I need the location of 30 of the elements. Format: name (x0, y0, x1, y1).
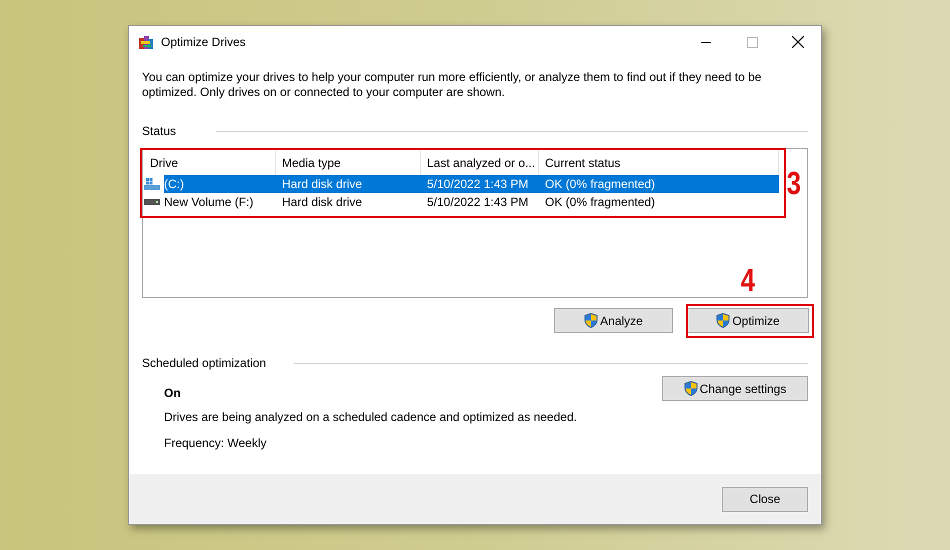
table-cell-text: Hard disk drive (281, 194, 364, 211)
optimize-button[interactable]: Optimize (687, 308, 809, 333)
analyze-button[interactable]: Analyze (554, 308, 673, 333)
table-cell-text: OK (0% fragmented) (544, 194, 656, 211)
frequency-text: Frequency: Weekly (164, 435, 268, 452)
drive-row[interactable]: (C:) Hard disk drive 5/10/2022 1:43 PM OK (0% fragmented) (164, 175, 779, 193)
schedule-description: Drives are being analyzed on a scheduled cadence and optimized as needed. (164, 409, 578, 426)
change-settings-button[interactable]: Change settings (662, 376, 808, 401)
step-number: 4 (740, 264, 756, 296)
description-text: You can optimize your drives to help your computer run more efficiently, or analyze them to find out if they need to be optimized. Only drives on or connected to your computer are shown. (142, 70, 762, 100)
table-cell-text: (C:) (164, 176, 185, 193)
app-icon (138, 34, 154, 50)
system-drive-icon (144, 178, 160, 190)
table-cell-text: Hard disk drive (281, 176, 364, 193)
drive-row[interactable]: New Volume (F:) Hard disk drive 5/10/2022 1:43 PM OK (0% fragmented) (164, 193, 779, 211)
schedule-state: On (164, 385, 182, 402)
window-title: Optimize Drives (161, 34, 246, 51)
section-label: Scheduled optimization (142, 355, 266, 372)
close-button[interactable]: Close (722, 486, 808, 512)
shield-icon (716, 313, 730, 328)
shield-icon (684, 381, 698, 396)
table-cell-text: OK (0% fragmented) (544, 176, 656, 193)
shield-icon (584, 313, 598, 328)
section-label: Status (142, 123, 176, 140)
table-cell-text: 5/10/2022 1:43 PM (426, 194, 530, 211)
table-cell-text: New Volume (F:) (164, 194, 254, 211)
step-number: 3 (786, 167, 802, 199)
close-icon[interactable] (792, 36, 804, 48)
table-cell-text: 5/10/2022 1:43 PM (426, 176, 530, 193)
drive-icon (144, 199, 160, 205)
